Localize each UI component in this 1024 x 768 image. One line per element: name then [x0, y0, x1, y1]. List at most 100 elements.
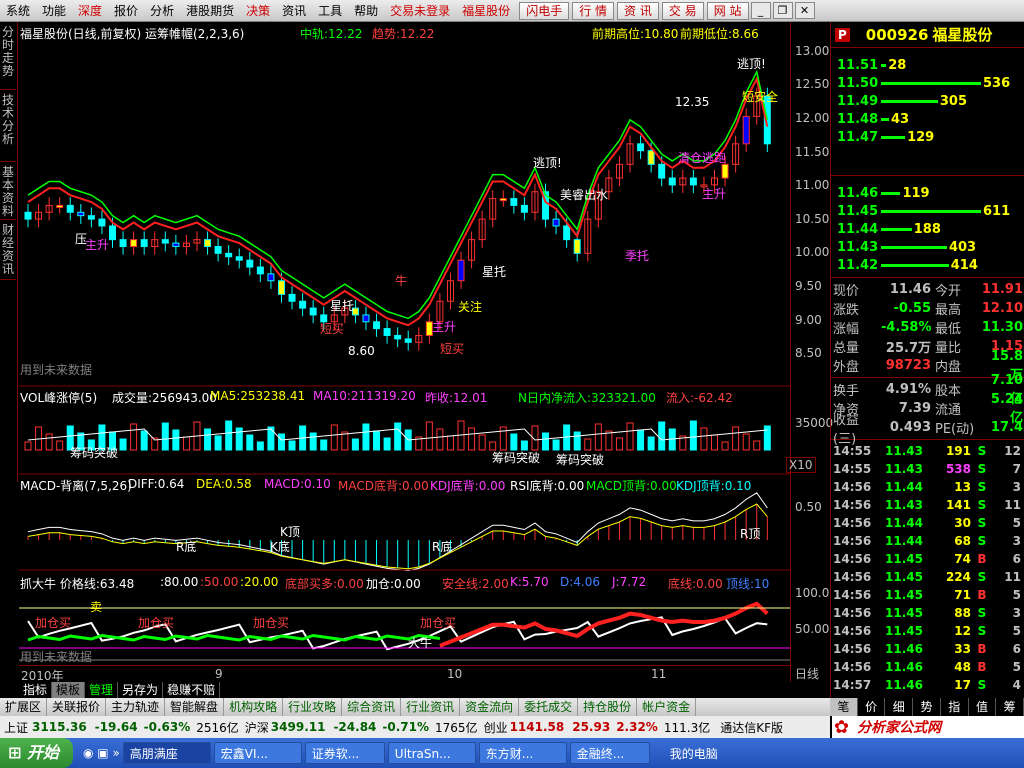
ytick: 10.00: [795, 245, 830, 259]
func-capital-flow[interactable]: 资金流向: [460, 698, 520, 716]
cy-change: 25.93: [572, 720, 611, 734]
start-button[interactable]: ⊞ 开始: [0, 738, 73, 768]
trade-price: 11.46: [885, 678, 923, 692]
taskbar-item[interactable]: 东方财...: [478, 742, 567, 764]
news-button[interactable]: 资 讯: [617, 1, 659, 20]
flash-button[interactable]: 闪电手: [519, 1, 570, 20]
tab-news[interactable]: 财经资讯: [0, 220, 16, 280]
candle-body: [267, 273, 275, 282]
menu-item-quote[interactable]: 报价: [108, 2, 144, 19]
tab-fundamental[interactable]: 基本资料: [0, 162, 16, 220]
menu-item-function[interactable]: 功能: [36, 2, 72, 19]
ytick: 10.50: [795, 212, 830, 226]
taskbar-item[interactable]: 高朋满座: [122, 742, 211, 764]
quote-tab[interactable]: 价: [857, 698, 886, 716]
func-orders[interactable]: 委托成交: [519, 698, 579, 716]
volume-bar: [383, 437, 391, 451]
taskbar: ⊞ 开始 ◉ ▣ » 高朋满座 宏鑫VI... 证券软... UltraSn..…: [0, 738, 1024, 768]
menu-item-tools[interactable]: 工具: [312, 2, 348, 19]
tab-steady[interactable]: 稳赚不赔: [163, 682, 221, 698]
trade-volume: 141: [945, 498, 971, 512]
func-composite-news[interactable]: 综合资讯: [342, 698, 402, 716]
macd-bottom-div: MACD底背:0.00: [338, 479, 429, 493]
menu-item-help[interactable]: 帮助: [348, 2, 384, 19]
watermark: ✿ 分析家公式网: [832, 716, 1024, 738]
candle-body: [668, 177, 676, 186]
quote-tab[interactable]: 势: [913, 698, 941, 716]
vol-multiplier: X10: [786, 457, 816, 473]
ask-row: 11.47 129: [831, 128, 1024, 146]
p-badge: P: [835, 27, 850, 42]
trade-row: 14:56 11.46 33 B 6: [831, 640, 1024, 658]
quote-tab[interactable]: 指: [940, 698, 969, 716]
xaxis-month: 11: [651, 667, 667, 681]
taskbar-item[interactable]: 证券软...: [304, 742, 385, 764]
ytick: 12.50: [795, 77, 830, 91]
menu-item-system[interactable]: 系统: [0, 2, 36, 19]
func-related-quote[interactable]: 关联报价: [47, 698, 107, 716]
minimize-icon[interactable]: _: [750, 2, 771, 19]
candle-body: [573, 239, 581, 254]
tab-intraday[interactable]: 分时走势: [0, 22, 16, 90]
volume-bar: [182, 436, 190, 451]
trade-volume: 88: [954, 606, 971, 620]
func-institution[interactable]: 机构攻略: [224, 698, 284, 716]
book-volume-bar: [881, 263, 949, 267]
menu-item-decision[interactable]: 决策: [240, 2, 276, 19]
taskbar-item[interactable]: 金融终...: [569, 742, 650, 764]
trade-button[interactable]: 交 易: [661, 1, 704, 20]
candle-body: [689, 177, 697, 186]
market-button[interactable]: 行 情: [572, 1, 615, 20]
menu-item-analysis[interactable]: 分析: [144, 2, 180, 19]
stat-value: 11.30: [981, 320, 1023, 335]
zhua-safe: 安全线:2.00: [442, 577, 509, 591]
menu-item-hk-futures[interactable]: 港股期货: [180, 2, 240, 19]
trade-side: B: [977, 642, 987, 656]
menu-item-info[interactable]: 资讯: [276, 2, 312, 19]
candle-body: [373, 321, 381, 330]
quote-tab[interactable]: 笔: [830, 698, 858, 716]
func-industry-news[interactable]: 行业资讯: [401, 698, 461, 716]
volume-bars: [24, 420, 771, 451]
tab-template[interactable]: 模板: [52, 682, 86, 698]
tab-manage[interactable]: 管理: [85, 682, 119, 698]
tab-indicator[interactable]: 指标: [19, 682, 53, 698]
volume-bar: [732, 426, 740, 451]
quote-tab[interactable]: 值: [968, 698, 997, 716]
stat-label: 量比: [935, 341, 962, 356]
trade-row: 14:56 11.45 74 B 6: [831, 550, 1024, 568]
volume-bar: [637, 429, 645, 451]
ytick: 11.50: [795, 145, 830, 159]
chip-breakout-3: 筹码突破: [556, 453, 605, 467]
annot-short-buy-2: 短买: [440, 342, 465, 356]
taskbar-item[interactable]: 宏鑫VI...: [213, 742, 302, 764]
macd-r-bottom-1: R底: [176, 540, 197, 554]
func-main-track[interactable]: 主力轨迹: [106, 698, 166, 716]
tray-label[interactable]: 我的电脑: [670, 745, 718, 762]
quote-tab[interactable]: 筹: [996, 698, 1024, 716]
annot-star-support-2: 星托: [330, 299, 355, 313]
menu-item-depth[interactable]: 深度: [72, 2, 108, 19]
book-volume-bar: [881, 81, 981, 85]
func-smart-analysis[interactable]: 智能解盘: [165, 698, 225, 716]
taskbar-item[interactable]: UltraSn...: [387, 742, 476, 764]
close-icon[interactable]: ✕: [794, 2, 815, 19]
quicklaunch-icon[interactable]: ◉ ▣ »: [83, 746, 120, 760]
func-industry[interactable]: 行业攻略: [283, 698, 343, 716]
stat-row: 现价 11.46 今开 11.91: [831, 280, 1024, 299]
website-button[interactable]: 网 站: [706, 1, 749, 20]
quote-tab[interactable]: 细: [885, 698, 914, 716]
restore-icon[interactable]: ❐: [772, 2, 793, 19]
trade-row: 14:56 11.44 68 S 3: [831, 532, 1024, 550]
tab-save-as[interactable]: 另存为: [118, 682, 164, 698]
book-volume-bar: [881, 135, 906, 139]
trade-count: 4: [1012, 678, 1021, 692]
tab-technical[interactable]: 技术分析: [0, 90, 16, 162]
func-expand[interactable]: 扩展区: [0, 698, 48, 716]
func-holdings[interactable]: 持仓股份: [578, 698, 638, 716]
annot-beauty: 美睿出水: [560, 188, 609, 202]
func-account[interactable]: 帐户资金: [637, 698, 697, 716]
stat-value: 4.91%: [885, 382, 931, 397]
trade-row: 14:55 11.43 538 S 7: [831, 460, 1024, 478]
macd-top-div: MACD顶背:0.00: [586, 479, 677, 493]
